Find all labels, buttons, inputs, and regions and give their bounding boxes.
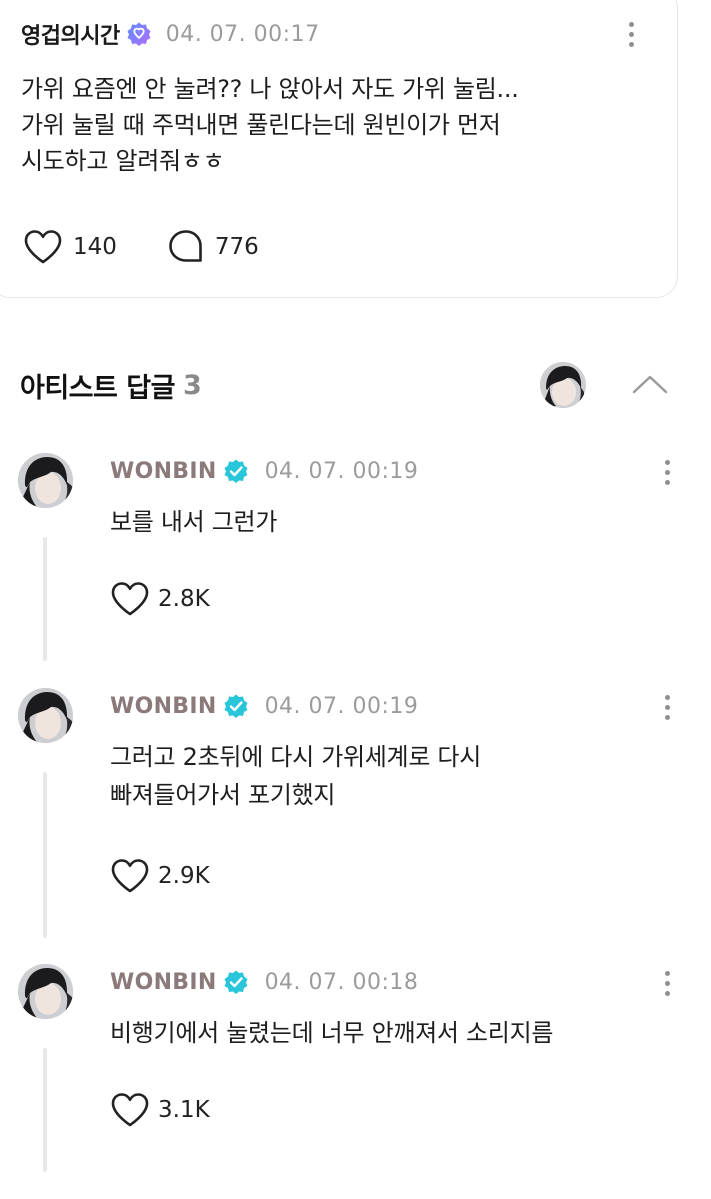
more-vertical-icon bbox=[628, 21, 634, 27]
chevron-up-icon bbox=[632, 375, 668, 394]
artist-reply: WONBIN 04. 07. 00:19 그러고 2초뒤에 다시 가위세계로 다… bbox=[0, 688, 711, 948]
reply-text: 보를 내서 그런가 bbox=[110, 503, 690, 541]
reply-header: WONBIN 04. 07. 00:19 bbox=[110, 688, 418, 724]
artist-replies-title: 아티스트 답글 bbox=[20, 372, 175, 404]
verified-badge-icon bbox=[126, 21, 152, 47]
reply-like-button[interactable]: 3.1K bbox=[110, 1092, 210, 1128]
post-comment-count: 776 bbox=[214, 234, 259, 260]
reply-author-name[interactable]: WONBIN bbox=[110, 694, 217, 719]
reply-like-count: 2.8K bbox=[158, 586, 210, 612]
reply-like-button[interactable]: 2.8K bbox=[110, 581, 210, 617]
app-root: 영겁의시간 04. 07. 00:17 가위 요즘엔 안 눌려?? 나 앉아서 … bbox=[0, 0, 711, 1199]
reply-more-button[interactable] bbox=[655, 455, 679, 489]
post-actions: 140 776 bbox=[23, 227, 259, 267]
post-body-line: 시도하고 알려줘ㅎㅎ bbox=[21, 147, 225, 175]
more-vertical-icon bbox=[664, 970, 670, 976]
reply-text-line: 그러고 2초뒤에 다시 가위세계로 다시 bbox=[110, 743, 481, 771]
post-header: 영겁의시간 04. 07. 00:17 bbox=[21, 17, 320, 51]
post-author-name[interactable]: 영겁의시간 bbox=[21, 18, 120, 50]
post-body-line: 가위 요즘엔 안 눌려?? 나 앉아서 자도 가위 눌림... bbox=[21, 75, 519, 103]
reply-timestamp: 04. 07. 00:18 bbox=[264, 969, 419, 995]
post-like-count: 140 bbox=[73, 234, 117, 260]
reply-more-button[interactable] bbox=[655, 690, 679, 724]
comment-bubble-icon bbox=[169, 230, 202, 262]
reply-text: 비행기에서 눌렸는데 너무 안깨져서 소리지름 bbox=[110, 1014, 690, 1052]
collapse-replies-button[interactable] bbox=[630, 368, 670, 398]
thread-line bbox=[43, 772, 47, 938]
post-body-line: 가위 눌릴 때 주먹내면 풀린다는데 원빈이가 먼저 bbox=[21, 111, 501, 139]
reply-timestamp: 04. 07. 00:19 bbox=[264, 458, 419, 484]
reply-timestamp: 04. 07. 00:19 bbox=[264, 693, 419, 719]
fan-post-card: 영겁의시간 04. 07. 00:17 가위 요즘엔 안 눌려?? 나 앉아서 … bbox=[0, 0, 678, 298]
heart-icon bbox=[111, 859, 149, 893]
reply-author-name[interactable]: WONBIN bbox=[110, 459, 217, 484]
heart-icon bbox=[111, 582, 149, 616]
artist-reply: WONBIN 04. 07. 00:19 보를 내서 그런가 2.8K bbox=[0, 453, 711, 673]
reply-text-line: 빠져들어가서 포기했지 bbox=[110, 781, 336, 809]
reply-like-count: 3.1K bbox=[158, 1097, 210, 1123]
reply-avatar[interactable] bbox=[18, 688, 73, 743]
post-comment-button[interactable]: 776 bbox=[167, 228, 259, 266]
heart-icon bbox=[24, 230, 62, 264]
post-body: 가위 요즘엔 안 눌려?? 나 앉아서 자도 가위 눌림... 가위 눌릴 때 … bbox=[21, 71, 651, 179]
post-more-button[interactable] bbox=[619, 17, 643, 51]
artist-avatar[interactable] bbox=[540, 362, 586, 408]
reply-like-button[interactable]: 2.9K bbox=[110, 858, 210, 894]
reply-text-line: 보를 내서 그런가 bbox=[110, 508, 278, 536]
reply-author-name[interactable]: WONBIN bbox=[110, 970, 217, 995]
reply-header: WONBIN 04. 07. 00:18 bbox=[110, 964, 418, 1000]
artist-replies-count: 3 bbox=[182, 369, 202, 401]
post-like-button[interactable]: 140 bbox=[23, 229, 117, 265]
reply-header: WONBIN 04. 07. 00:19 bbox=[110, 453, 418, 489]
verified-artist-icon bbox=[223, 693, 249, 719]
reply-avatar[interactable] bbox=[18, 964, 73, 1019]
reply-avatar[interactable] bbox=[18, 453, 73, 508]
artist-replies-header: 아티스트 답글 3 bbox=[20, 362, 690, 408]
reply-like-count: 2.9K bbox=[158, 863, 210, 889]
thread-line bbox=[43, 537, 47, 661]
artist-reply: WONBIN 04. 07. 00:18 비행기에서 눌렸는데 너무 안깨져서 … bbox=[0, 964, 711, 1184]
more-vertical-icon bbox=[664, 459, 670, 465]
reply-text-line: 비행기에서 눌렸는데 너무 안깨져서 소리지름 bbox=[110, 1019, 554, 1047]
post-timestamp: 04. 07. 00:17 bbox=[165, 21, 320, 47]
verified-artist-icon bbox=[223, 969, 249, 995]
reply-text: 그러고 2초뒤에 다시 가위세계로 다시 빠져들어가서 포기했지 bbox=[110, 738, 690, 814]
heart-icon bbox=[111, 1093, 149, 1127]
verified-artist-icon bbox=[223, 458, 249, 484]
more-vertical-icon bbox=[664, 694, 670, 700]
thread-line bbox=[43, 1048, 47, 1172]
reply-more-button[interactable] bbox=[655, 966, 679, 1000]
